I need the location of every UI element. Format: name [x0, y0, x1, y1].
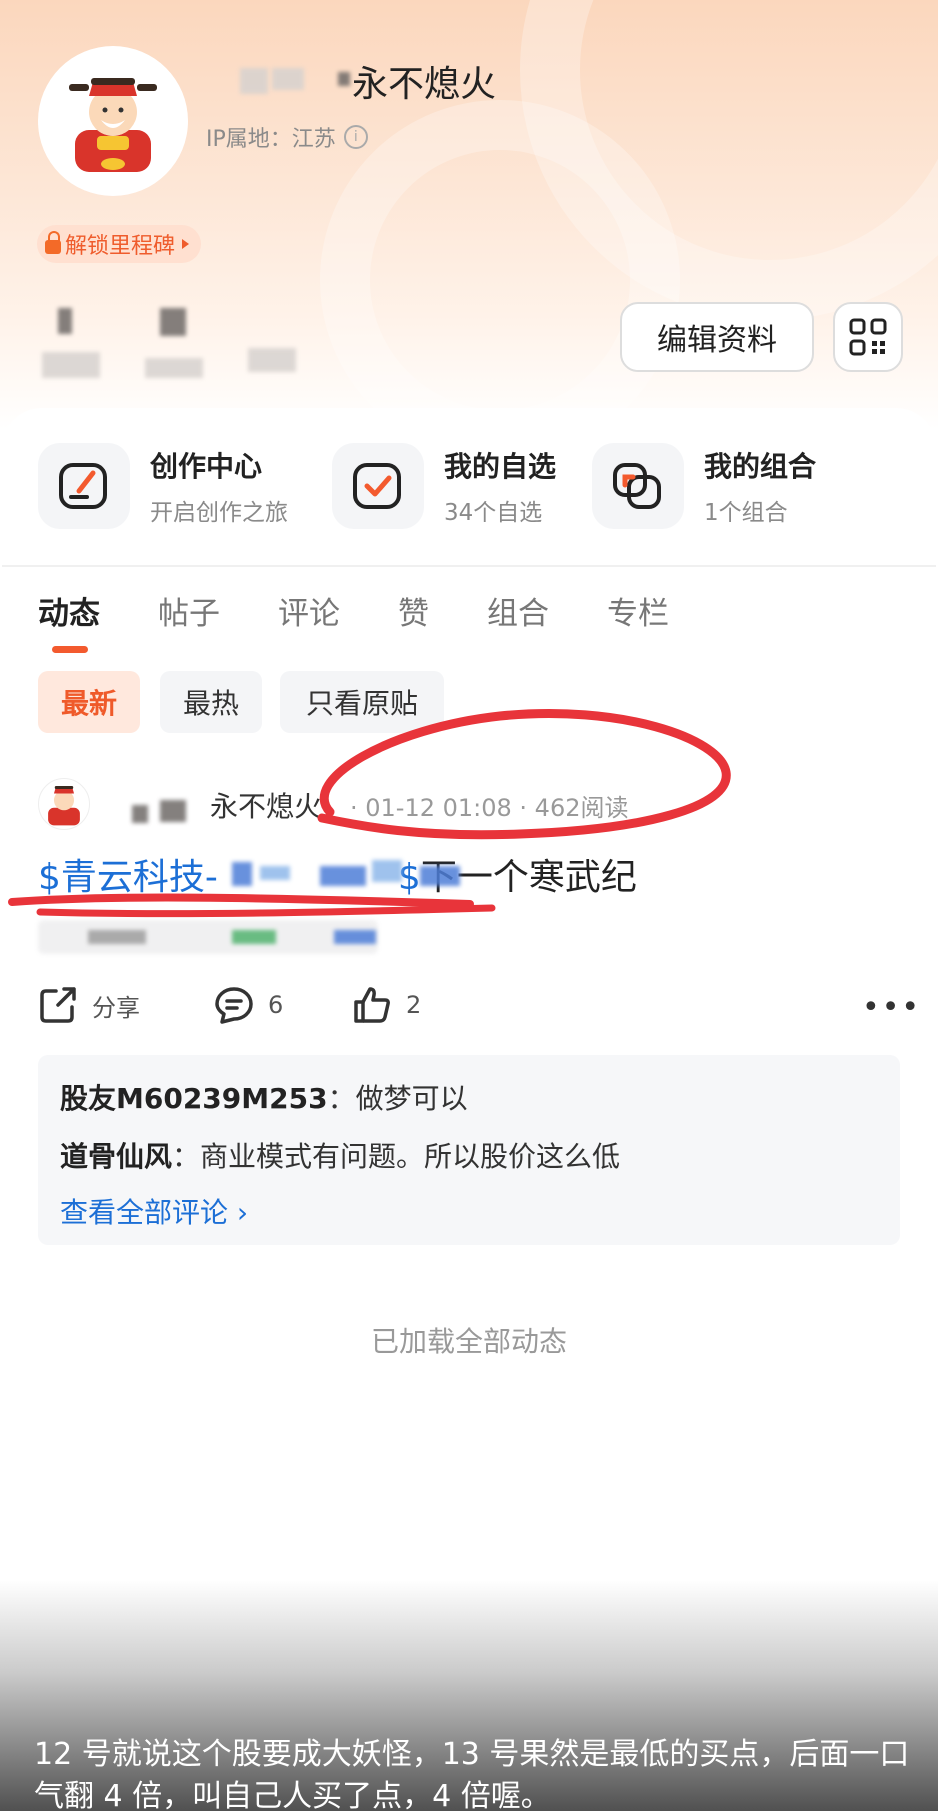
stock-tag-prefix[interactable]: $青云科技-	[38, 857, 218, 898]
tab-columns[interactable]: 专栏	[607, 588, 669, 633]
avatar[interactable]	[38, 46, 188, 196]
like-icon	[354, 987, 390, 1023]
blurred-author-prefix	[132, 805, 148, 823]
comment-author[interactable]: 股友M60239M253	[60, 1082, 328, 1115]
tool-watchlist[interactable]: 我的自选 34个自选	[332, 443, 556, 529]
tab-comments[interactable]: 评论	[278, 588, 340, 633]
more-icon[interactable]: •••	[862, 990, 921, 1025]
comment-author[interactable]: 道骨仙风	[60, 1140, 172, 1173]
watchlist-icon-wrap	[332, 443, 424, 529]
lock-icon	[45, 231, 61, 254]
like-action[interactable]: 2	[352, 985, 421, 1025]
portfolio-icon	[613, 463, 661, 509]
watchlist-icon	[353, 463, 401, 509]
filter-original-only[interactable]: 只看原贴	[280, 671, 444, 733]
comment-count: 6	[268, 991, 284, 1019]
tool-subtitle: 开启创作之旅	[150, 500, 288, 526]
portfolio-icon-wrap	[592, 443, 684, 529]
tool-title: 我的自选	[444, 450, 557, 483]
blurred-stat-label	[42, 352, 100, 378]
blurred-stock-code	[232, 862, 252, 886]
post-author-name[interactable]: 永不熄火	[210, 785, 322, 825]
blurred-name-prefix	[240, 68, 268, 94]
tool-title: 我的组合	[704, 450, 817, 483]
milestone-badge[interactable]: 解锁里程碑	[37, 225, 202, 263]
qr-code-button[interactable]	[833, 302, 903, 372]
blurred-stat-label	[145, 358, 203, 378]
comment-item: 股友M60239M253：做梦可以	[60, 1077, 468, 1117]
blurred-name-prefix	[272, 68, 304, 90]
tab-posts[interactable]: 帖子	[158, 588, 220, 633]
god-of-wealth-avatar-icon	[48, 786, 80, 826]
blurred-stock-code	[372, 860, 402, 882]
comment-text: ：商业模式有问题。所以股价这么低	[172, 1140, 621, 1173]
post-meta: · 01-12 01:08 · 462阅读	[350, 794, 629, 822]
video-caption: 12 号就说这个股要成大妖怪，13 号果然是最低的买点，后面一口气翻 4 倍，叫…	[34, 1737, 910, 1814]
all-loaded-text: 已加载全部动态	[370, 1325, 567, 1358]
like-count: 2	[406, 991, 422, 1019]
god-of-wealth-avatar-icon	[69, 78, 157, 172]
edit-profile-button[interactable]: 编辑资料	[620, 302, 814, 372]
share-label: 分享	[92, 993, 140, 1022]
blurred-stock-code	[420, 866, 460, 886]
tab-bar: 动态 帖子 评论 赞 组合 专栏	[38, 588, 727, 653]
qr-code-icon	[849, 318, 887, 356]
blurred-quote-value	[232, 930, 276, 944]
tool-create-center[interactable]: 创作中心 开启创作之旅	[38, 443, 288, 529]
ip-location: IP属地：江苏 i	[206, 121, 368, 153]
comment-action[interactable]: 6	[214, 985, 283, 1025]
filter-hottest[interactable]: 最热	[160, 671, 262, 733]
create-icon-wrap	[38, 443, 130, 529]
info-icon[interactable]: i	[343, 125, 368, 149]
arrow-right-icon	[182, 239, 190, 249]
share-action[interactable]: 分享	[38, 985, 140, 1025]
comment-icon	[215, 987, 253, 1024]
ip-location-label: IP属地：江苏	[206, 127, 336, 152]
divider	[2, 565, 936, 567]
blurred-stock-code	[320, 866, 366, 886]
tool-portfolio[interactable]: 我的组合 1个组合	[592, 443, 816, 529]
comment-preview-box[interactable]: 股友M60239M253：做梦可以 道骨仙风：商业模式有问题。所以股价这么低 查…	[38, 1055, 900, 1245]
blurred-stat	[58, 308, 72, 334]
tool-subtitle: 34个自选	[444, 500, 543, 526]
comment-text: ：做梦可以	[327, 1082, 468, 1115]
milestone-label: 解锁里程碑	[65, 234, 176, 259]
blurred-author-prefix	[160, 800, 186, 822]
view-all-comments-link[interactable]: 查看全部评论 ›	[60, 1191, 248, 1231]
tool-subtitle: 1个组合	[704, 500, 788, 526]
post-author-avatar[interactable]	[38, 778, 90, 830]
blurred-quote-value	[88, 930, 146, 944]
create-icon	[59, 463, 107, 509]
blurred-stock-code	[260, 866, 290, 880]
tab-activity[interactable]: 动态	[38, 588, 100, 653]
blurred-stat-label	[248, 348, 296, 372]
filter-latest[interactable]: 最新	[38, 671, 140, 733]
tool-title: 创作中心	[150, 450, 263, 483]
tab-likes[interactable]: 赞	[398, 588, 429, 633]
share-icon	[40, 987, 76, 1023]
blurred-name-prefix	[338, 72, 350, 86]
comment-item: 道骨仙风：商业模式有问题。所以股价这么低	[60, 1135, 620, 1175]
profile-username: 永不熄火	[352, 64, 497, 105]
blurred-quote-value	[334, 930, 376, 944]
tab-portfolio[interactable]: 组合	[487, 588, 549, 633]
blurred-stat	[160, 308, 186, 336]
